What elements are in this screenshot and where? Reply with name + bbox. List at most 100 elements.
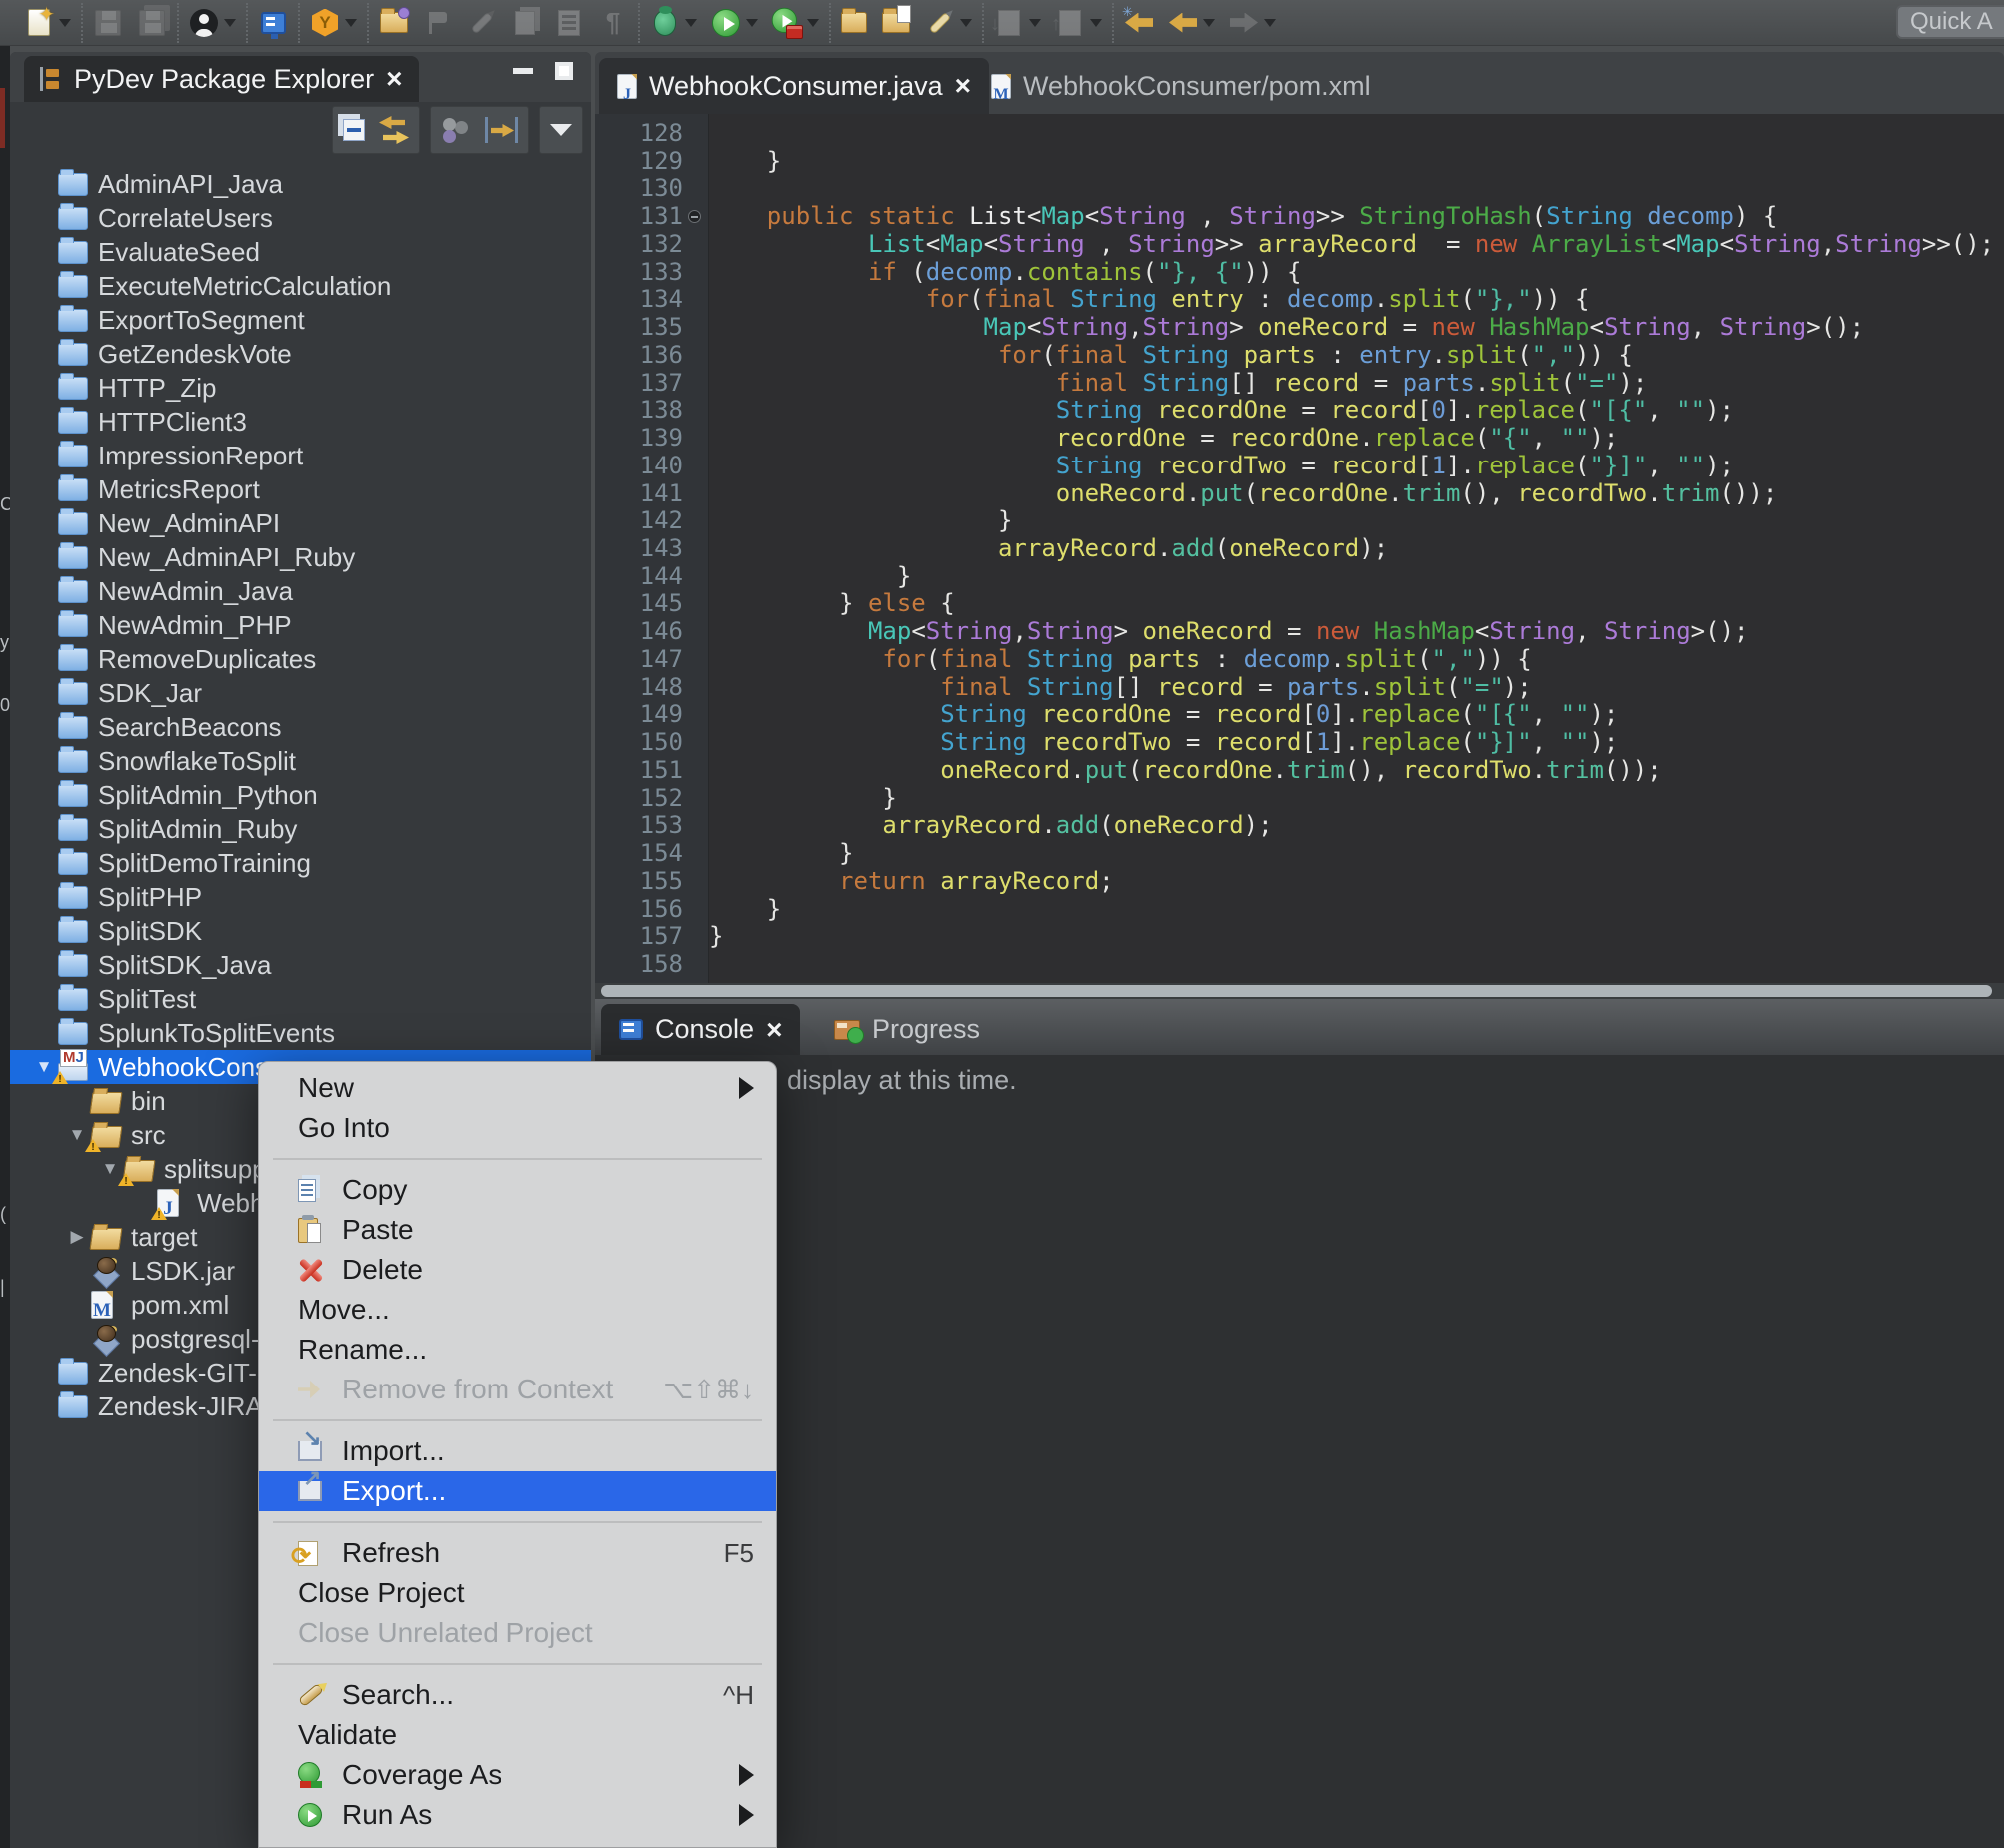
tree-item-getzendeskvote[interactable]: GetZendeskVote [10, 337, 591, 371]
back-icon[interactable] [1168, 8, 1198, 38]
menu-item-paste[interactable]: Paste [259, 1210, 776, 1250]
chevron-down-icon[interactable] [807, 19, 819, 27]
view-menu-icon[interactable] [550, 124, 572, 136]
chevron-down-icon[interactable] [224, 19, 236, 27]
new-wizard-icon[interactable] [24, 8, 54, 38]
quick-access-box[interactable]: Quick A [1896, 5, 2004, 39]
menu-item-coverage-as[interactable]: Coverage As [259, 1755, 776, 1795]
close-tab-icon[interactable]: × [766, 1016, 782, 1044]
tree-item-new-adminapi[interactable]: New_AdminAPI [10, 506, 591, 540]
scrollbar-thumb[interactable] [601, 985, 1992, 997]
back-home-icon[interactable]: ✳ [1124, 8, 1154, 38]
tree-item-label: SplitSDK [98, 914, 202, 948]
tree-item-searchbeacons[interactable]: SearchBeacons [10, 710, 591, 744]
code-line: 151 oneRecord.put(recordOne.trim(), reco… [595, 757, 2004, 785]
chevron-down-icon[interactable] [59, 19, 71, 27]
paste-board-icon[interactable] [881, 8, 911, 38]
menu-item-search-[interactable]: Search...^H [259, 1675, 776, 1715]
close-view-icon[interactable]: × [386, 65, 402, 93]
tree-item-splitdemotraining[interactable]: SplitDemoTraining [10, 846, 591, 880]
focus-task-icon[interactable] [441, 116, 471, 144]
tree-item-splittest[interactable]: SplitTest [10, 982, 591, 1016]
toolbar-group [81, 3, 177, 43]
tree-item-new-adminapi-ruby[interactable]: New_AdminAPI_Ruby [10, 540, 591, 574]
chevron-down-icon[interactable] [746, 19, 758, 27]
tree-item-impressionreport[interactable]: ImpressionReport [10, 439, 591, 472]
tree-item-label: postgresql-4 [131, 1322, 274, 1356]
chevron-down-icon[interactable] [960, 19, 972, 27]
menu-item-export-[interactable]: Export... [259, 1471, 776, 1511]
tree-item-snowflaketosplit[interactable]: SnowflakeToSplit [10, 744, 591, 778]
code-line: 133 if (decomp.contains("}, {")) { [595, 259, 2004, 287]
code-line: 135 Map<String,String> oneRecord = new H… [595, 314, 2004, 342]
chevron-down-icon[interactable] [1029, 19, 1041, 27]
menu-item-refresh[interactable]: RefreshF5 [259, 1533, 776, 1573]
maximize-icon[interactable] [555, 62, 573, 80]
minimize-icon[interactable] [513, 68, 533, 74]
open-folder-icon[interactable] [841, 8, 867, 38]
tree-item-adminapi-java[interactable]: AdminAPI_Java [10, 167, 591, 201]
close-tab-icon[interactable]: × [955, 72, 971, 100]
tree-item-exporttosegment[interactable]: ExportToSegment [10, 303, 591, 337]
tree-item-splitsdk[interactable]: SplitSDK [10, 914, 591, 948]
collapse-caret-icon[interactable]: ▼ [32, 1057, 56, 1077]
menu-item-delete[interactable]: Delete [259, 1250, 776, 1290]
run-icon[interactable] [711, 8, 741, 38]
line-number: 153 [595, 812, 683, 840]
menu-item-copy[interactable]: Copy [259, 1170, 776, 1210]
tree-item-sdk-jar[interactable]: SDK_Jar [10, 676, 591, 710]
tree-item-metricsreport[interactable]: MetricsReport [10, 472, 591, 506]
fold-marker-icon[interactable] [688, 210, 701, 223]
menu-item-close-project[interactable]: Close Project [259, 1573, 776, 1613]
tree-item-splitsdk-java[interactable]: SplitSDK_Java [10, 948, 591, 982]
user-account-icon[interactable] [189, 8, 219, 38]
editor-tab-webhookconsumer-java[interactable]: JWebhookConsumer.java× [599, 58, 989, 114]
menu-item-new[interactable]: New [259, 1068, 776, 1108]
search-icon [298, 1683, 324, 1707]
editor-tab-webhookconsumer-pom-xml[interactable]: MWebhookConsumer/pom.xml [973, 58, 1389, 114]
chevron-down-icon[interactable] [1264, 19, 1276, 27]
link-with-editor-icon[interactable] [379, 116, 409, 144]
debug-icon[interactable] [650, 8, 680, 38]
tree-item-splunktosplitevents[interactable]: SplunkToSplitEvents [10, 1016, 591, 1050]
tree-item-evaluateseed[interactable]: EvaluateSeed [10, 235, 591, 269]
horizontal-scrollbar[interactable] [595, 983, 2004, 999]
console-tab-console[interactable]: Console× [601, 1004, 800, 1055]
open-resource-icon[interactable] [379, 8, 409, 38]
menu-item-run-as[interactable]: Run As [259, 1795, 776, 1835]
collapse-caret-icon[interactable]: ▼ [98, 1159, 122, 1179]
menu-item-go-into[interactable]: Go Into [259, 1108, 776, 1148]
chevron-down-icon[interactable] [1090, 19, 1102, 27]
tree-item-executemetriccalculation[interactable]: ExecuteMetricCalculation [10, 269, 591, 303]
view-title: PyDev Package Explorer [74, 64, 374, 95]
tree-item-removeduplicates[interactable]: RemoveDuplicates [10, 642, 591, 676]
codetogether-icon[interactable] [310, 8, 340, 38]
tab-pydev-package-explorer[interactable]: PyDev Package Explorer × [24, 56, 419, 102]
collapse-caret-icon[interactable]: ▼ [65, 1125, 89, 1145]
chevron-down-icon[interactable] [685, 19, 697, 27]
tree-item-httpclient3[interactable]: HTTPClient3 [10, 405, 591, 439]
tree-item-splitadmin-python[interactable]: SplitAdmin_Python [10, 778, 591, 812]
tree-item-newadmin-java[interactable]: NewAdmin_Java [10, 574, 591, 608]
tree-item-splitadmin-ruby[interactable]: SplitAdmin_Ruby [10, 812, 591, 846]
tree-item-newadmin-php[interactable]: NewAdmin_PHP [10, 608, 591, 642]
menu-item-move-[interactable]: Move... [259, 1290, 776, 1330]
collapse-all-icon[interactable] [343, 119, 365, 141]
chevron-down-icon[interactable] [345, 19, 357, 27]
marker-pen-icon[interactable] [925, 8, 955, 38]
link-arrow-icon[interactable] [485, 117, 518, 143]
chevron-down-icon[interactable] [1203, 19, 1215, 27]
menu-item-import-[interactable]: Import... [259, 1431, 776, 1471]
menu-item-rename-[interactable]: Rename... [259, 1330, 776, 1370]
tree-item-splitphp[interactable]: SplitPHP [10, 880, 591, 914]
terminal-console-icon[interactable] [258, 8, 288, 38]
code-viewport[interactable]: 128129 }130131 public static List<Map<St… [595, 114, 2004, 983]
profile-icon[interactable] [772, 8, 802, 38]
closed-project-folder-icon [58, 815, 90, 843]
tree-item-http-zip[interactable]: HTTP_Zip [10, 371, 591, 405]
menu-item-validate[interactable]: Validate [259, 1715, 776, 1755]
expand-caret-icon[interactable]: ▶ [65, 1227, 89, 1247]
tree-item-correlateusers[interactable]: CorrelateUsers [10, 201, 591, 235]
tree-item-label: SnowflakeToSplit [98, 744, 296, 778]
console-tab-progress[interactable]: Progress [816, 1004, 998, 1055]
